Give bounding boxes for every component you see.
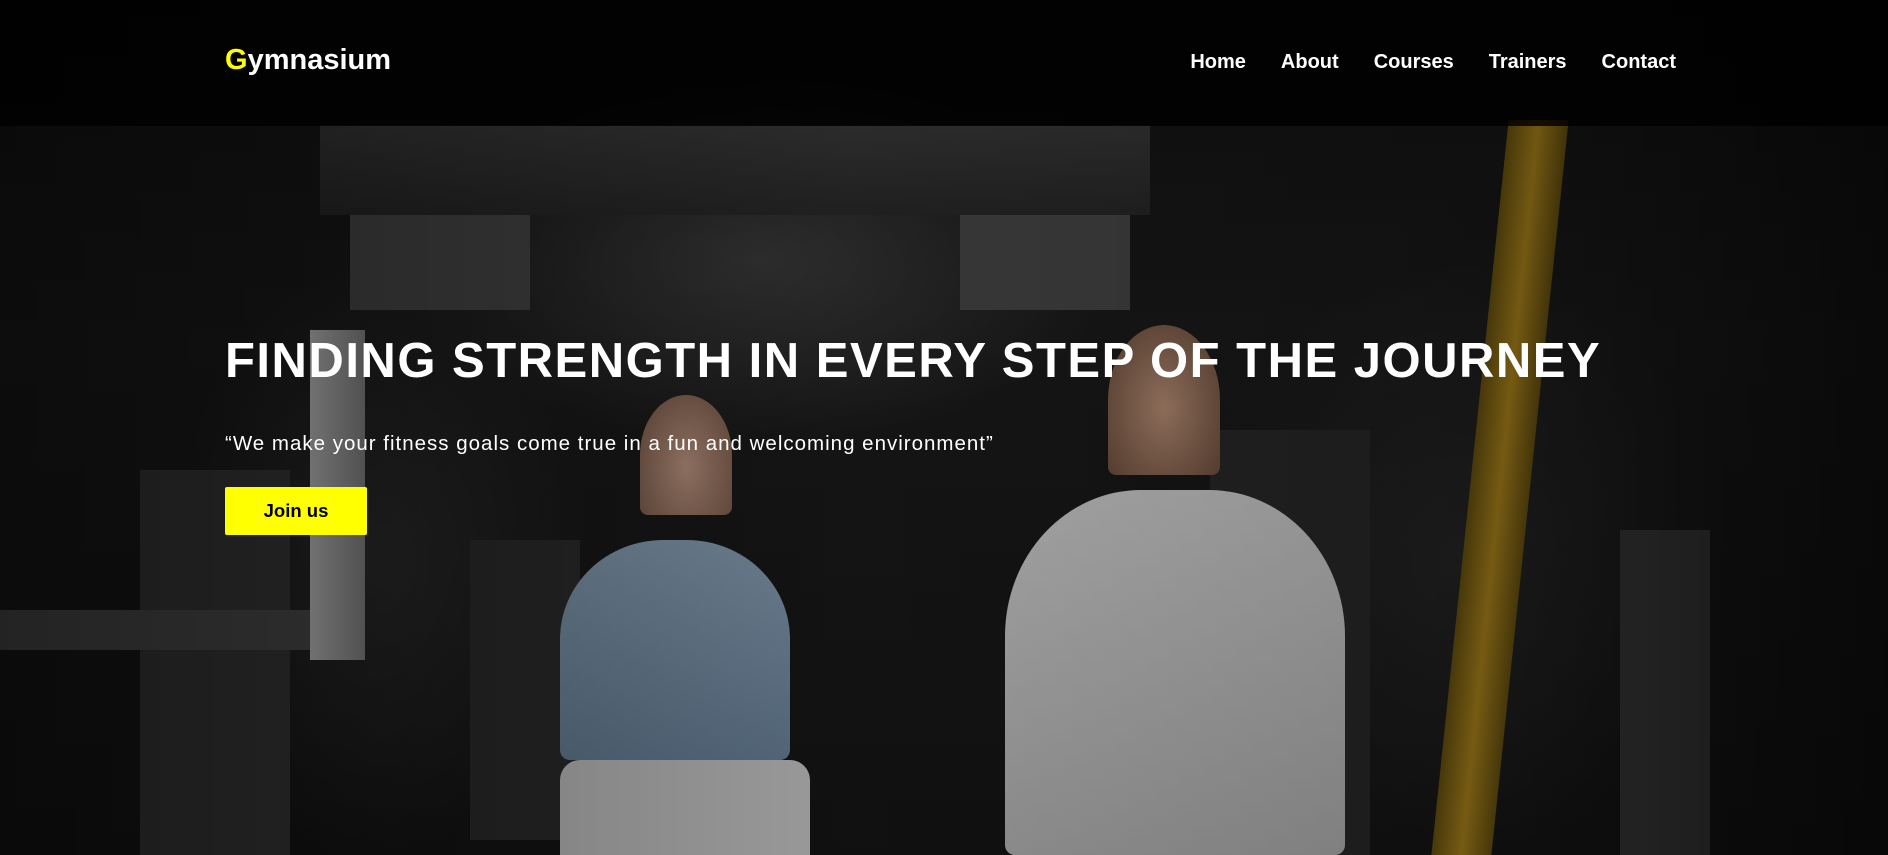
logo-initial: G [225, 44, 248, 76]
site-logo[interactable]: Gymnasium [225, 44, 391, 77]
nav-link-trainers[interactable]: Trainers [1489, 51, 1567, 74]
logo-text: ymnasium [247, 44, 392, 76]
nav-link-courses[interactable]: Courses [1374, 51, 1454, 74]
hero-section: Gymnasium Home About Courses Trainers Co… [0, 0, 1888, 855]
nav-link-contact[interactable]: Contact [1602, 51, 1676, 74]
dark-overlay [0, 0, 1888, 855]
hero-tagline: “We make your fitness goals come true in… [225, 432, 994, 455]
join-us-button[interactable]: Join us [225, 487, 367, 535]
top-navbar: Gymnasium Home About Courses Trainers Co… [0, 0, 1888, 126]
nav-link-about[interactable]: About [1281, 51, 1339, 74]
nav-links: Home About Courses Trainers Contact [1190, 51, 1676, 74]
hero-headline: FINDING STRENGTH IN EVERY STEP OF THE JO… [225, 334, 1602, 388]
nav-link-home[interactable]: Home [1190, 51, 1246, 74]
hero-background-image [0, 0, 1888, 855]
